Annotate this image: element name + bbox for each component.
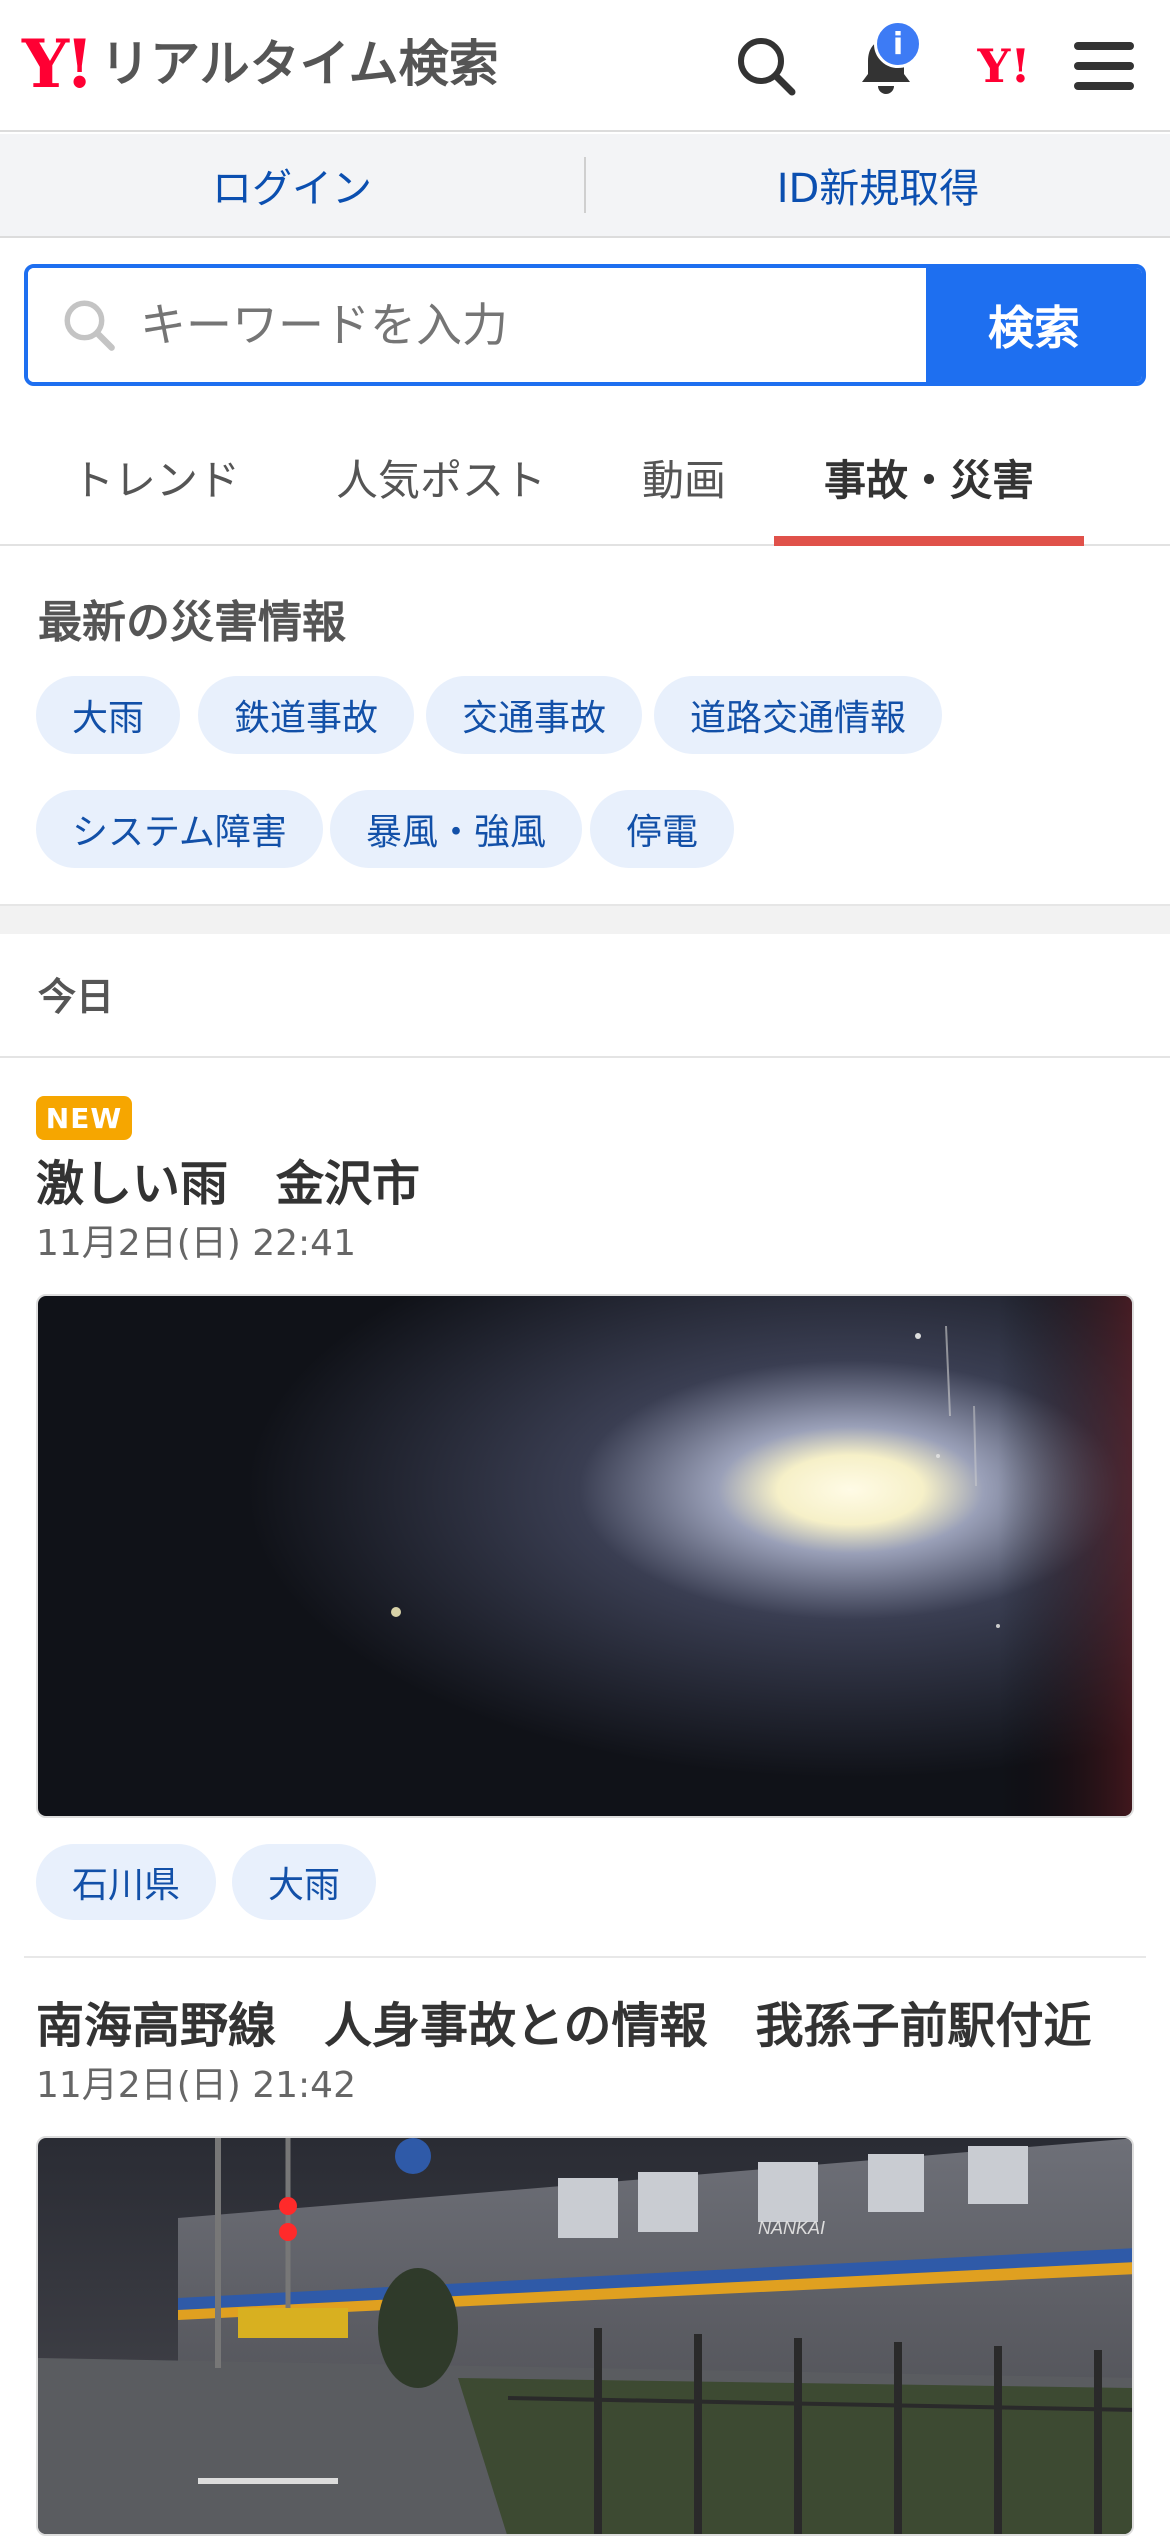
chip-heavy-rain[interactable]: 大雨 [36, 676, 181, 754]
tab-accidents-disasters[interactable]: 事故・災害 [774, 408, 1084, 546]
article-time: 11月2日(日) 22:41 [36, 1223, 356, 1264]
active-tab-indicator [774, 536, 1084, 546]
tab-popular-posts[interactable]: 人気ポスト [316, 408, 566, 546]
yahoo-mark-icon: Y! [977, 39, 1031, 93]
new-badge: NEW [36, 1096, 132, 1140]
hamburger-menu-icon[interactable] [1066, 28, 1142, 104]
tag-ishikawa[interactable]: 石川県 [36, 1844, 217, 1920]
section-gap [0, 904, 1170, 934]
chip-traffic-accident[interactable]: 交通事故 [426, 676, 643, 754]
yahoo-logo-mark: Y! [22, 25, 94, 103]
login-link[interactable]: ログイン [0, 134, 584, 236]
search-field-icon [64, 300, 115, 351]
chip-storm-wind[interactable]: 暴風・強風 [330, 790, 583, 868]
notification-badge: i [874, 20, 922, 68]
chip-power-outage[interactable]: 停電 [590, 790, 735, 868]
article-time: 11月2日(日) 21:42 [36, 2065, 356, 2106]
tag-heavy-rain[interactable]: 大雨 [232, 1844, 377, 1920]
notification-bell-icon[interactable]: i [848, 20, 924, 104]
logo-text: リアルタイム検索 [100, 35, 499, 93]
chip-system-failure[interactable]: システム障害 [36, 790, 323, 868]
chip-road-traffic-info[interactable]: 道路交通情報 [654, 676, 943, 754]
divider [24, 1956, 1146, 1958]
yahoo-realtime-logo[interactable]: Y! リアルタイム検索 [22, 28, 499, 100]
disaster-section-title: 最新の災害情報 [38, 597, 346, 648]
tab-videos[interactable]: 動画 [604, 408, 764, 546]
search-icon[interactable] [728, 28, 804, 104]
chip-railway-accident[interactable]: 鉄道事故 [198, 676, 415, 754]
article-title[interactable]: 激しい雨 金沢市 [36, 1144, 420, 1214]
app-header: Y! リアルタイム検索 i Y! [0, 0, 1170, 132]
train-logo-text: NANKAI [758, 2218, 825, 2238]
article-image-night-rain[interactable] [36, 1294, 1134, 1818]
signup-link[interactable]: ID新規取得 [586, 134, 1170, 236]
article-title[interactable]: 南海高野線 人身事故との情報 我孫子前駅付近 [36, 1986, 1092, 2056]
category-tabs: トレンド 人気ポスト 動画 事故・災害 [0, 408, 1170, 546]
search-bar: 検索 [24, 264, 1146, 386]
day-label: 今日 [38, 975, 115, 1019]
search-button[interactable]: 検索 [926, 268, 1142, 382]
auth-bar: ログイン ID新規取得 [0, 134, 1170, 238]
yahoo-top-link[interactable]: Y! [966, 28, 1042, 104]
divider [0, 1056, 1170, 1058]
search-input[interactable] [140, 298, 840, 352]
article-image-train-crossing[interactable]: NANKAI [36, 2136, 1134, 2536]
tab-trend[interactable]: トレンド [38, 408, 274, 546]
search-field[interactable] [28, 268, 926, 382]
